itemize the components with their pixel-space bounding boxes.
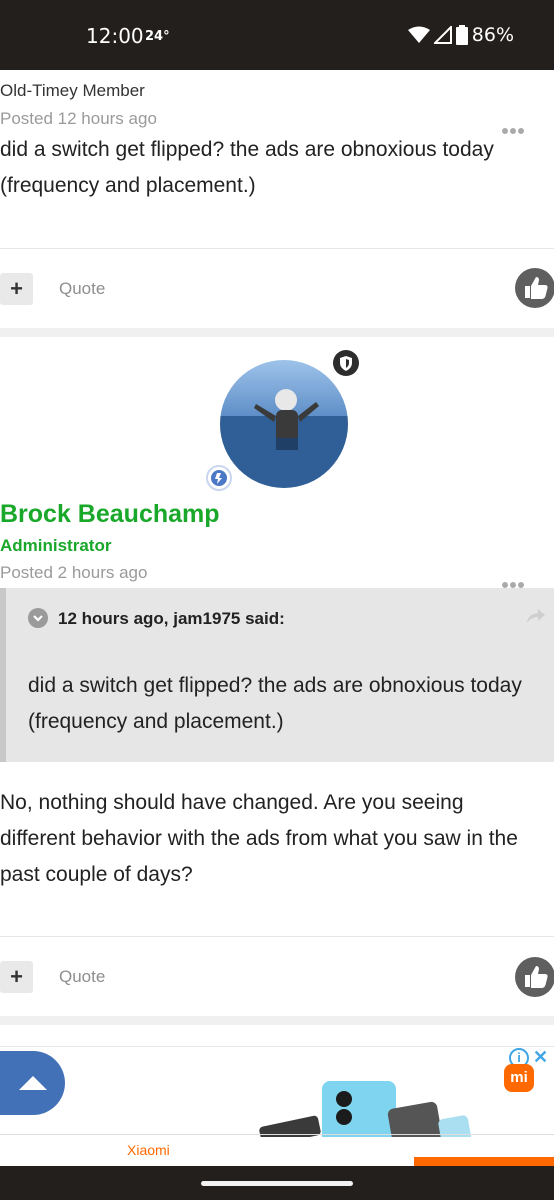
post2-body-line: No, nothing should have changed. Are you…: [0, 791, 464, 814]
post1-quote-button[interactable]: Quote: [59, 279, 105, 299]
ad-product-image[interactable]: [240, 1077, 480, 1137]
post2-author-role: Administrator: [0, 536, 112, 555]
ad-brand-logo[interactable]: mi: [504, 1064, 534, 1092]
system-nav-bar: [0, 1166, 554, 1200]
post2-quote-button[interactable]: Quote: [59, 967, 105, 987]
scroll-to-top-button[interactable]: [0, 1051, 65, 1115]
post2-body-line: different behavior with the ads from wha…: [0, 827, 518, 850]
post2-author-name[interactable]: Brock Beauchamp: [0, 500, 220, 529]
status-bar: 12:00 24° 86%: [0, 0, 554, 70]
post1-multiquote-button[interactable]: +: [0, 273, 33, 305]
post-separator: [0, 328, 554, 337]
ad-close-icon[interactable]: ✕: [533, 1047, 548, 1068]
quote-attribution: 12 hours ago, jam1975 said:: [58, 609, 285, 628]
status-time: 12:00: [86, 24, 144, 48]
post1-actions: + Quote: [0, 249, 554, 329]
battery-icon: [455, 25, 468, 45]
post1-like-icon[interactable]: [515, 268, 554, 308]
chevron-up-icon: [19, 1076, 47, 1090]
post2-body-line: past couple of days?: [0, 863, 193, 886]
quote-text: did a switch get flipped? the ads are ob…: [28, 674, 522, 733]
avatar[interactable]: [220, 360, 348, 488]
quote-collapse-icon[interactable]: [28, 608, 48, 628]
post2-like-icon[interactable]: [515, 957, 554, 997]
status-icons: 86%: [407, 24, 514, 46]
post1-timestamp[interactable]: Posted 12 hours ago: [0, 109, 157, 129]
wifi-icon: [407, 26, 430, 43]
post2-multiquote-button[interactable]: +: [0, 961, 33, 993]
post1-author-role: Old-Timey Member: [0, 81, 145, 100]
post2-timestamp[interactable]: Posted 2 hours ago: [0, 563, 147, 583]
quote-share-icon[interactable]: [526, 608, 546, 629]
signal-icon: [433, 26, 452, 44]
post2-body: No, nothing should have changed. Are you…: [0, 785, 554, 893]
quote-block: 12 hours ago, jam1975 said: did a switch…: [0, 588, 554, 762]
ad-brand-name[interactable]: Xiaomi: [127, 1142, 170, 1158]
post2-actions: + Quote: [0, 937, 554, 1017]
battery-percent: 86%: [471, 24, 514, 46]
post1-body: did a switch get flipped? the ads are ob…: [0, 138, 494, 197]
moderator-shield-icon: [333, 350, 359, 376]
post-separator: [0, 1016, 554, 1025]
rank-badge-icon: [206, 465, 232, 491]
home-gesture-handle[interactable]: [201, 1181, 353, 1186]
status-temperature: 24°: [145, 29, 170, 44]
